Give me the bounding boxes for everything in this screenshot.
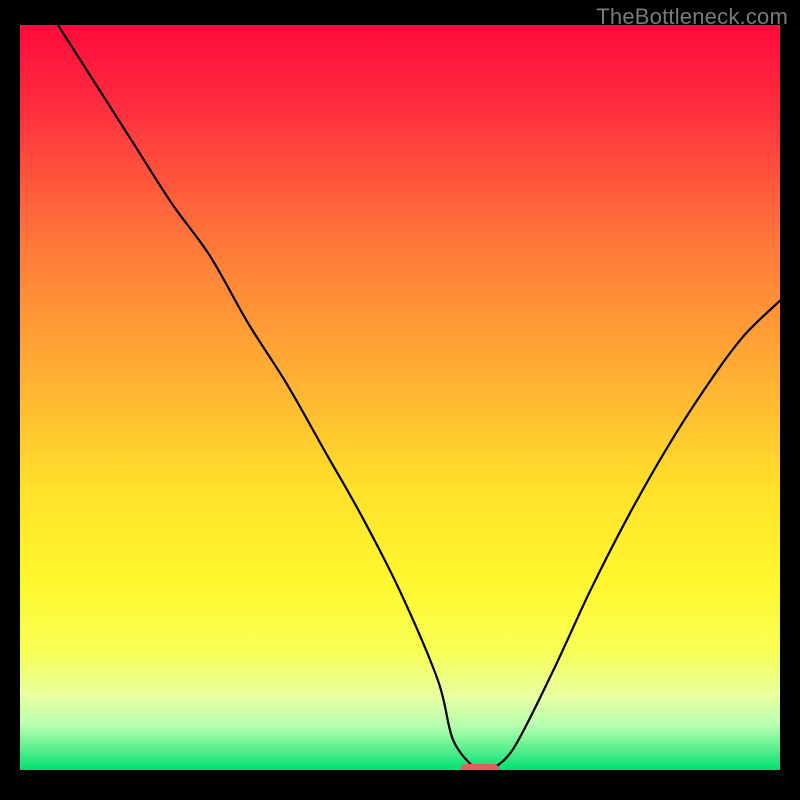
trough-marker — [461, 764, 499, 770]
watermark-label: TheBottleneck.com — [596, 4, 788, 30]
chart-container: TheBottleneck.com — [0, 0, 800, 800]
chart-svg — [20, 25, 780, 770]
gradient-background — [20, 25, 780, 770]
plot-area — [20, 25, 780, 770]
